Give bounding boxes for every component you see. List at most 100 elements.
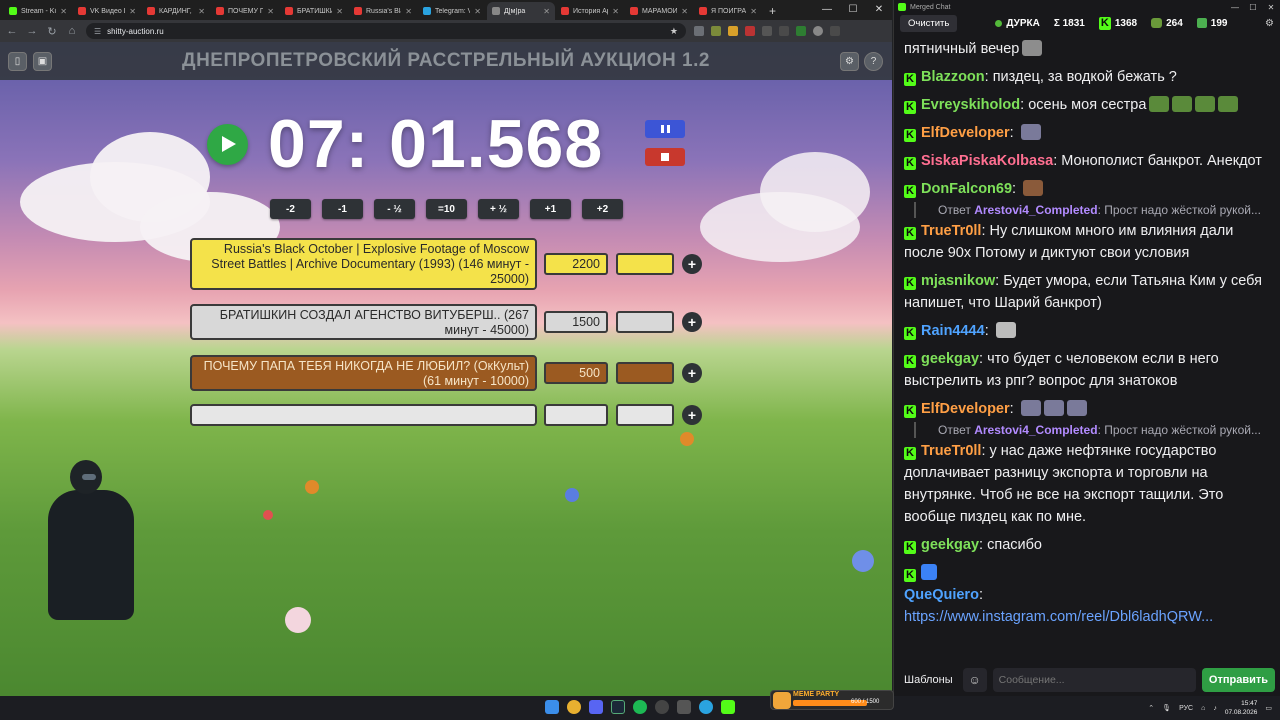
chat-username[interactable]: ElfDeveloper bbox=[921, 401, 1010, 417]
time-adjust-button[interactable]: +1 bbox=[530, 199, 571, 219]
steam-icon[interactable] bbox=[611, 700, 625, 714]
start-icon[interactable] bbox=[545, 700, 559, 714]
browser-tab[interactable]: ПОЧЕМУ ПА✕ bbox=[211, 2, 279, 20]
menu-icon[interactable] bbox=[830, 26, 840, 36]
extension-icon[interactable] bbox=[728, 26, 738, 36]
emoji-picker-icon[interactable]: ☺ bbox=[962, 668, 987, 692]
spotify-icon[interactable] bbox=[633, 700, 647, 714]
browser-tab[interactable]: МАРАМОЙ ✕ bbox=[625, 2, 693, 20]
tab-close-icon[interactable]: ✕ bbox=[612, 7, 619, 16]
tab-close-icon[interactable]: ✕ bbox=[267, 7, 274, 16]
lot-title[interactable]: БРАТИШКИН СОЗДАЛ АГЕНСТВО ВИТУБЕРШ.. (26… bbox=[190, 304, 537, 340]
time-adjust-button[interactable]: + ½ bbox=[478, 199, 519, 219]
time-adjust-button[interactable]: -2 bbox=[270, 199, 311, 219]
chat-username[interactable]: Rain4444 bbox=[921, 323, 985, 339]
help-icon[interactable]: ? bbox=[864, 52, 883, 71]
time-adjust-button[interactable]: =10 bbox=[426, 199, 467, 219]
time-adjust-button[interactable]: -1 bbox=[322, 199, 363, 219]
app-icon[interactable] bbox=[677, 700, 691, 714]
volume-icon[interactable]: ♪ bbox=[1213, 705, 1217, 712]
download-icon[interactable] bbox=[779, 26, 789, 36]
lot-add-amount-input[interactable] bbox=[616, 362, 674, 384]
clock[interactable]: 15:47 07.08.2026 bbox=[1225, 699, 1258, 717]
discord-icon[interactable] bbox=[589, 700, 603, 714]
app-icon[interactable] bbox=[721, 700, 735, 714]
minimize-icon[interactable]: — bbox=[814, 0, 840, 20]
lot-title[interactable]: ПОЧЕМУ ПАПА ТЕБЯ НИКОГДА НЕ ЛЮБИЛ? (ОкКу… bbox=[190, 355, 537, 391]
tray-chevron-icon[interactable]: ⌃ bbox=[1148, 704, 1154, 712]
extension-icon[interactable] bbox=[711, 26, 721, 36]
chat-username[interactable]: TrueTr0ll bbox=[921, 223, 981, 239]
tab-close-icon[interactable]: ✕ bbox=[543, 7, 550, 16]
chat-username[interactable]: TrueTr0ll bbox=[921, 443, 981, 459]
templates-button[interactable]: Шаблоны bbox=[900, 674, 957, 686]
chat-username[interactable]: Evreyskiholod bbox=[921, 97, 1020, 113]
lot-amount[interactable] bbox=[544, 404, 608, 426]
sidebar-toggle-icon[interactable]: ▯ bbox=[8, 52, 27, 71]
reload-icon[interactable]: ↻ bbox=[46, 25, 58, 38]
profile-icon[interactable] bbox=[813, 26, 823, 36]
site-info-icon[interactable]: ☰ bbox=[94, 27, 101, 36]
clear-chat-button[interactable]: Очистить bbox=[900, 14, 958, 32]
extension-icon[interactable] bbox=[796, 26, 806, 36]
forward-icon[interactable]: → bbox=[26, 25, 38, 37]
lot-amount[interactable]: 500 bbox=[544, 362, 608, 384]
tab-close-icon[interactable]: ✕ bbox=[129, 7, 136, 16]
lot-add-amount-input[interactable] bbox=[616, 404, 674, 426]
lot-title[interactable]: Russia's Black October | Explosive Foota… bbox=[190, 238, 537, 290]
browser-tab[interactable]: Stream - Ki ✕ bbox=[4, 2, 72, 20]
chat-message-input[interactable] bbox=[992, 668, 1196, 692]
chat-username[interactable]: Blazzoon bbox=[921, 69, 985, 85]
save-icon[interactable]: ▣ bbox=[33, 52, 52, 71]
play-button[interactable] bbox=[207, 123, 248, 165]
chat-username[interactable]: geekgay bbox=[921, 537, 979, 553]
network-icon[interactable]: ⌂ bbox=[1201, 705, 1205, 712]
lot-add-amount-input[interactable] bbox=[616, 253, 674, 275]
browser-tab[interactable]: БРАТИШКИ ✕ bbox=[280, 2, 348, 20]
chat-username[interactable]: DonFalcon69 bbox=[921, 181, 1012, 197]
obs-icon[interactable] bbox=[655, 700, 669, 714]
home-icon[interactable]: ⌂ bbox=[66, 25, 78, 37]
send-button[interactable]: Отправить bbox=[1201, 668, 1275, 692]
tab-close-icon[interactable]: ✕ bbox=[60, 7, 67, 16]
close-window-icon[interactable]: ✕ bbox=[866, 0, 892, 20]
telegram-icon[interactable] bbox=[699, 700, 713, 714]
mic-icon[interactable]: 🎙 bbox=[1162, 704, 1171, 712]
browser-tab[interactable]: КАРДИНГ, I ✕ bbox=[142, 2, 210, 20]
maximize-icon[interactable]: ☐ bbox=[840, 0, 866, 20]
back-icon[interactable]: ← bbox=[6, 25, 18, 37]
browser-tab[interactable]: Russia's Bla ✕ bbox=[349, 2, 417, 20]
extension-icon[interactable] bbox=[745, 26, 755, 36]
tab-close-icon[interactable]: ✕ bbox=[750, 7, 757, 16]
time-adjust-button[interactable]: - ½ bbox=[374, 199, 415, 219]
time-adjust-button[interactable]: +2 bbox=[582, 199, 623, 219]
extension-icon[interactable] bbox=[694, 26, 704, 36]
minimize-icon[interactable]: — bbox=[1226, 3, 1244, 12]
lot-add-button[interactable]: + bbox=[682, 363, 702, 383]
browser-tab[interactable]: VK Видео Li ✕ bbox=[73, 2, 141, 20]
bookmark-star-icon[interactable]: ★ bbox=[670, 26, 678, 37]
chat-username[interactable]: ElfDeveloper bbox=[921, 125, 1010, 141]
tab-close-icon[interactable]: ✕ bbox=[405, 7, 412, 16]
maximize-icon[interactable]: ☐ bbox=[1244, 3, 1262, 12]
lot-add-button[interactable]: + bbox=[682, 254, 702, 274]
browser-tab[interactable]: Telegram: V ✕ bbox=[418, 2, 486, 20]
lot-add-button[interactable]: + bbox=[682, 405, 702, 425]
browser-tab[interactable]: Д[м]ра ✕ bbox=[487, 2, 555, 20]
tab-close-icon[interactable]: ✕ bbox=[681, 7, 688, 16]
pause-button[interactable] bbox=[645, 120, 685, 138]
language-indicator[interactable]: РУС bbox=[1179, 705, 1193, 712]
close-window-icon[interactable]: ✕ bbox=[1262, 3, 1280, 12]
address-bar[interactable]: ☰ shitty-auction.ru ★ bbox=[86, 23, 686, 39]
chat-username[interactable]: QueQuiero bbox=[904, 587, 979, 603]
tab-close-icon[interactable]: ✕ bbox=[336, 7, 343, 16]
extension-icon[interactable] bbox=[762, 26, 772, 36]
lot-amount[interactable]: 1500 bbox=[544, 311, 608, 333]
chat-link[interactable]: https://www.instagram.com/reel/Dbl6ladhQ… bbox=[904, 609, 1213, 625]
lot-amount[interactable]: 2200 bbox=[544, 253, 608, 275]
lot-add-amount-input[interactable] bbox=[616, 311, 674, 333]
lot-add-button[interactable]: + bbox=[682, 312, 702, 332]
stop-button[interactable] bbox=[645, 148, 685, 166]
chat-settings-gear-icon[interactable]: ⚙ bbox=[1265, 18, 1274, 29]
browser-tab[interactable]: История Ар ✕ bbox=[556, 2, 624, 20]
